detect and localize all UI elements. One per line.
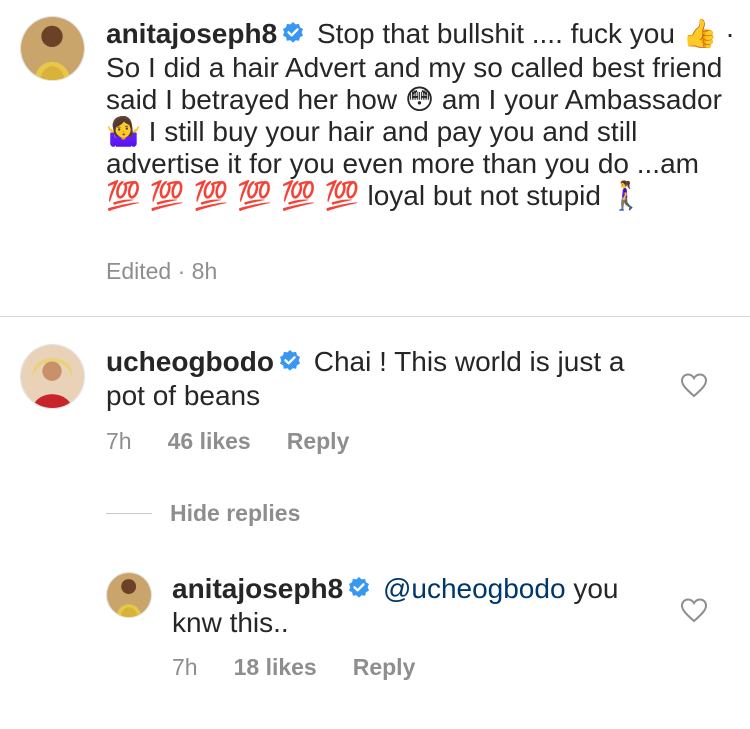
flushed-face-icon: 😳 <box>404 83 435 116</box>
reply-comment-text: anitajoseph8 @ucheogbodo you knw this.. <box>172 573 662 639</box>
avatar-anitajoseph8-reply[interactable] <box>106 572 152 618</box>
mention-link[interactable]: @ucheogbodo <box>383 573 566 604</box>
hide-replies-label[interactable]: Hide replies <box>170 500 300 527</box>
timestamp: 7h <box>106 428 132 454</box>
woman-shrugging-icon: 🤷‍♀️ <box>106 115 141 148</box>
heart-outline-icon[interactable] <box>680 372 708 398</box>
username[interactable]: anitajoseph8 <box>106 18 277 49</box>
verified-badge-icon <box>347 575 371 607</box>
thumbs-up-icon: 👍 <box>682 17 718 50</box>
comment-segment: Stop that bullshit .... fuck you <box>316 18 675 49</box>
heart-outline-icon[interactable] <box>680 597 708 623</box>
username[interactable]: ucheogbodo <box>106 346 274 377</box>
comment-segment: I still buy your hair and pay you and st… <box>106 116 699 179</box>
comment-segment: loyal but not stupid <box>367 180 601 211</box>
hide-replies-toggle[interactable]: Hide replies <box>106 500 300 527</box>
username[interactable]: anitajoseph8 <box>172 573 343 604</box>
main-comment-meta: Edited · 8h <box>106 258 217 285</box>
reply-button[interactable]: Reply <box>287 428 350 455</box>
comment-segment: am I your Ambassador <box>441 84 722 115</box>
hundred-points-icon: 💯 💯 💯 💯 💯 💯 <box>106 179 360 212</box>
avatar-anitajoseph8[interactable] <box>20 16 85 81</box>
avatar-image <box>21 345 84 408</box>
uche-comment-meta: 7h 46 likes Reply <box>106 428 349 455</box>
likes-count[interactable]: 18 likes <box>234 654 317 681</box>
avatar-image <box>21 17 84 80</box>
hide-replies-line <box>106 513 152 514</box>
verified-badge-icon <box>281 20 305 52</box>
timestamp: 7h <box>172 654 198 680</box>
reply-comment-meta: 7h 18 likes Reply <box>172 654 415 681</box>
edited-timestamp: Edited · 8h <box>106 258 218 284</box>
reply-button[interactable]: Reply <box>353 654 416 681</box>
uche-comment-text: ucheogbodo Chai ! This world is just a p… <box>106 346 666 412</box>
avatar-ucheogbodo[interactable] <box>20 344 85 409</box>
main-comment-text: anitajoseph8 Stop that bullshit .... fuc… <box>106 18 736 212</box>
woman-walking-icon: 🚶‍♀️ <box>608 179 644 212</box>
verified-badge-icon <box>278 348 302 380</box>
avatar-image <box>107 573 151 617</box>
divider <box>0 316 750 317</box>
likes-count[interactable]: 46 likes <box>168 428 251 455</box>
